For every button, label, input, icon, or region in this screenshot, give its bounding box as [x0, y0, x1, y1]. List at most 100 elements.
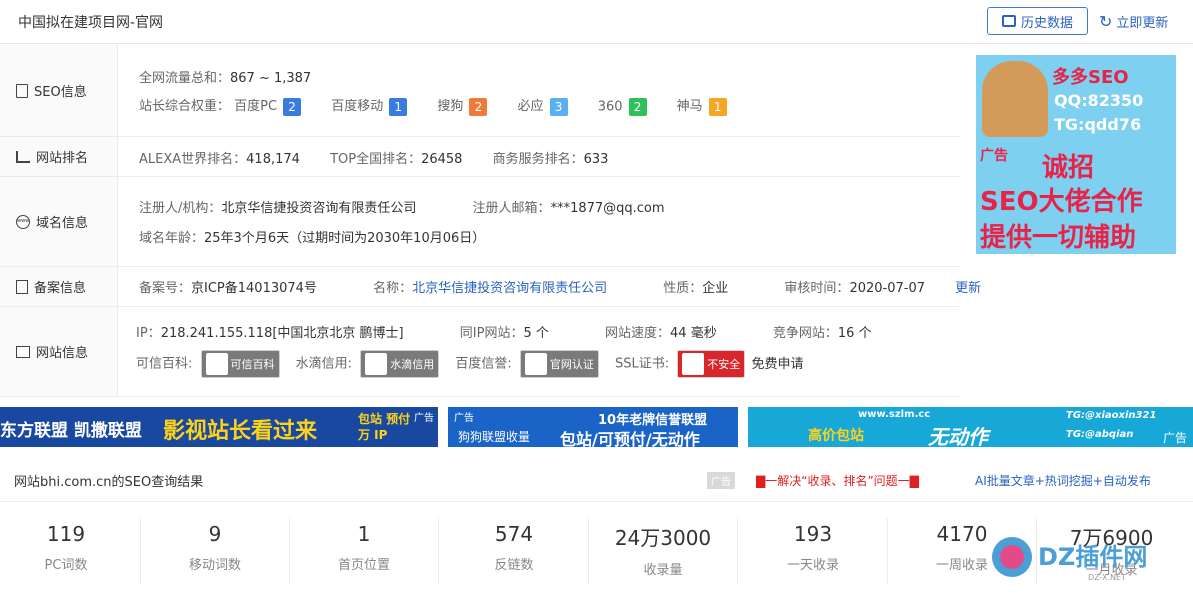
alexa-value: 418,174 — [246, 152, 300, 167]
seo-info-label: SEO信息 — [34, 85, 87, 100]
icp-date-label: 审核时间： — [784, 281, 850, 296]
ad-tag: 广告 — [707, 472, 735, 489]
refresh-icon: ↻ — [1099, 12, 1113, 31]
domain-info-label: 域名信息 — [36, 216, 89, 231]
stat-caption: 移动词数 — [188, 558, 241, 573]
side-ad-line: SEO大佬合作 — [980, 187, 1143, 217]
same-ip-label: 同IP网站： — [459, 326, 524, 341]
traffic-line: 全网流量总和：867 ~ 1,387 — [139, 67, 311, 86]
registrant-label: 注册人/机构： — [139, 201, 222, 216]
icp-info-row: 备案信息 备案号：京ICP备14013074号 名称：北京华信捷投资咨询有限责任… — [0, 267, 981, 307]
weight-label: 站长综合权重： — [139, 99, 231, 114]
weight-badge: 1 — [389, 97, 408, 116]
weight-line: 站长综合权重： 百度PC 2 百度移动 1 搜狗 2 必应 3 360 2 神马 1 — [139, 95, 753, 116]
icp-type-value: 企业 — [702, 281, 729, 296]
icp-name-label: 名称： — [373, 281, 413, 296]
traffic-value: 867 ~ 1,387 — [230, 71, 312, 86]
same-ip-value: 5 个 — [523, 326, 549, 341]
icp-info-label: 备案信息 — [34, 281, 87, 296]
stat-number: 9 — [208, 522, 222, 546]
side-ad[interactable]: 多多SEO QQ:82350 TG:qdd76 广告 诚招 SEO大佬合作 提供… — [976, 55, 1176, 254]
side-ad-line: QQ:82350 — [1054, 91, 1144, 110]
ssl-insecure-chip[interactable]: 不安全 — [677, 350, 746, 378]
ad-tag: 广告 — [414, 413, 434, 424]
biz-rank-label: 商务服务排名： — [492, 152, 584, 167]
site-info-label-cell: 网站信息 — [0, 307, 118, 396]
weight-360[interactable]: 360 2 — [598, 97, 647, 116]
history-data-label: 历史数据 — [1020, 15, 1073, 31]
weight-badge: 2 — [469, 97, 488, 116]
history-data-button[interactable]: 历史数据 — [987, 7, 1088, 35]
promo-link-1[interactable]: ▇一解决“收录、排名”问题一▇ — [756, 472, 919, 489]
icp-no-label: 备案号： — [139, 281, 192, 296]
site-rank-row: 网站排名 ALEXA世界排名：418,174 TOP全国排名：26458 商务服… — [0, 137, 961, 177]
icp-update-link[interactable]: 更新 — [955, 281, 981, 296]
weight-bing[interactable]: 必应 3 — [518, 95, 568, 116]
speed-label: 网站速度： — [605, 326, 671, 341]
stat-caption: 收录量 — [643, 563, 683, 578]
stat-day-indexed[interactable]: 193 一天收录 — [739, 518, 888, 584]
side-ad-line: 多多SEO — [1052, 67, 1129, 88]
stat-pc-words[interactable]: 119 PC词数 — [0, 518, 141, 584]
shield-icon — [682, 353, 705, 375]
kexin-icon — [205, 353, 228, 375]
weight-shenma[interactable]: 神马 1 — [677, 95, 727, 116]
stat-caption: 一天收录 — [786, 558, 839, 573]
banner-ad-2[interactable]: 广告 狗狗联盟收量 10年老牌信誉联盟 包站/可预付/无动作 — [448, 407, 738, 447]
weight-baidu-pc[interactable]: 百度PC 2 — [234, 95, 302, 116]
icp-no-value: 京ICP备14013074号 — [191, 281, 317, 296]
stat-caption: 首页位置 — [337, 558, 390, 573]
banner-text: TG:@abqian — [1066, 429, 1134, 440]
icp-name-link[interactable]: 北京华信捷投资咨询有限责任公司 — [412, 281, 607, 296]
registrant-value: 北京华信捷投资咨询有限责任公司 — [221, 201, 417, 216]
weight-sogou[interactable]: 搜狗 2 — [437, 95, 488, 116]
banner-text: 影视站长看过来 — [163, 419, 318, 444]
weight-baidu-mobile[interactable]: 百度移动 1 — [331, 95, 408, 116]
watermark-logo: DZ插件网 DZ-X.NET — [992, 527, 1192, 587]
compete-label: 竞争网站： — [772, 326, 838, 341]
banner-ad-1[interactable]: 东方联盟 凯撒联盟 影视站长看过来 包站 预付 万 IP 广告 — [0, 407, 438, 447]
result-title: 网站bhi.com.cn的SEO查询结果 — [14, 475, 204, 490]
rank-line: ALEXA世界排名：418,174 TOP全国排名：26458 商务服务排名：6… — [139, 148, 634, 167]
alexa-label: ALEXA世界排名： — [139, 152, 247, 167]
kexin-chip[interactable]: 可信百科 — [200, 350, 280, 378]
shuidi-label: 水滴信用: — [295, 356, 353, 372]
www-icon: www — [16, 214, 30, 229]
list-icon — [16, 345, 30, 358]
ssl-apply-link[interactable]: 免费申请 — [751, 357, 803, 372]
ad-tag: 广告 — [1162, 431, 1187, 445]
stat-mobile-words[interactable]: 9 移动词数 — [141, 518, 290, 584]
refresh-now-button[interactable]: ↻ 立即更新 — [1099, 12, 1168, 31]
icp-info-label-cell: 备案信息 — [0, 267, 118, 306]
document-icon — [16, 83, 28, 98]
banner-text: 东方联盟 凯撒联盟 — [0, 421, 142, 441]
weight-badge: 1 — [708, 97, 727, 116]
promo-link-2[interactable]: AI批量文章+热词挖掘+自动发布 — [975, 472, 1151, 489]
site-rank-label: 网站排名 — [36, 151, 89, 166]
stat-number: 119 — [46, 522, 86, 546]
icp-line: 备案号：京ICP备14013074号 名称：北京华信捷投资咨询有限责任公司 性质… — [139, 277, 981, 296]
registrant-line: 注册人/机构：北京华信捷投资咨询有限责任公司 注册人邮箱：***1877@qq.… — [139, 197, 665, 216]
biz-rank-value: 633 — [583, 152, 609, 167]
shuidi-chip[interactable]: 水滴信用 — [360, 350, 440, 378]
banner-text: 高价包站 — [808, 428, 864, 444]
banner-ad-3[interactable]: www.szlm.cc 高价包站 无动作 TG:@xiaoxin321 TG:@… — [748, 407, 1193, 447]
stat-indexed[interactable]: 24万3000 收录量 — [589, 518, 738, 584]
weight-badge: 2 — [628, 97, 647, 116]
weight-badge: 2 — [283, 97, 302, 116]
baidu-trust-chip[interactable]: 官网认证 — [519, 350, 599, 378]
stat-home-position[interactable]: 1 首页位置 — [290, 518, 439, 584]
seo-info-row: SEO信息 全网流量总和：867 ~ 1,387 站长综合权重： 百度PC 2 百… — [0, 45, 961, 137]
stat-caption: PC词数 — [44, 558, 88, 573]
site-header: 中国拟在建项目网-官网 历史数据 ↻ 立即更新 — [0, 0, 1193, 44]
stat-number: 24万3000 — [614, 526, 712, 550]
history-icon — [1001, 15, 1016, 27]
ip-line: IP：218.241.155.118[中国北京北京 鹏博士] 同IP网站：5 个… — [136, 322, 898, 341]
banner-text: www.szlm.cc — [858, 409, 931, 420]
ip-label: IP： — [136, 326, 161, 341]
compete-value: 16 个 — [837, 326, 872, 341]
stat-backlinks[interactable]: 574 反链数 — [440, 518, 589, 584]
email-value: ***1877@qq.com — [550, 201, 665, 216]
site-info-row: 网站信息 IP：218.241.155.118[中国北京北京 鹏博士] 同IP网… — [0, 307, 961, 397]
email-label: 注册人邮箱： — [472, 201, 551, 216]
